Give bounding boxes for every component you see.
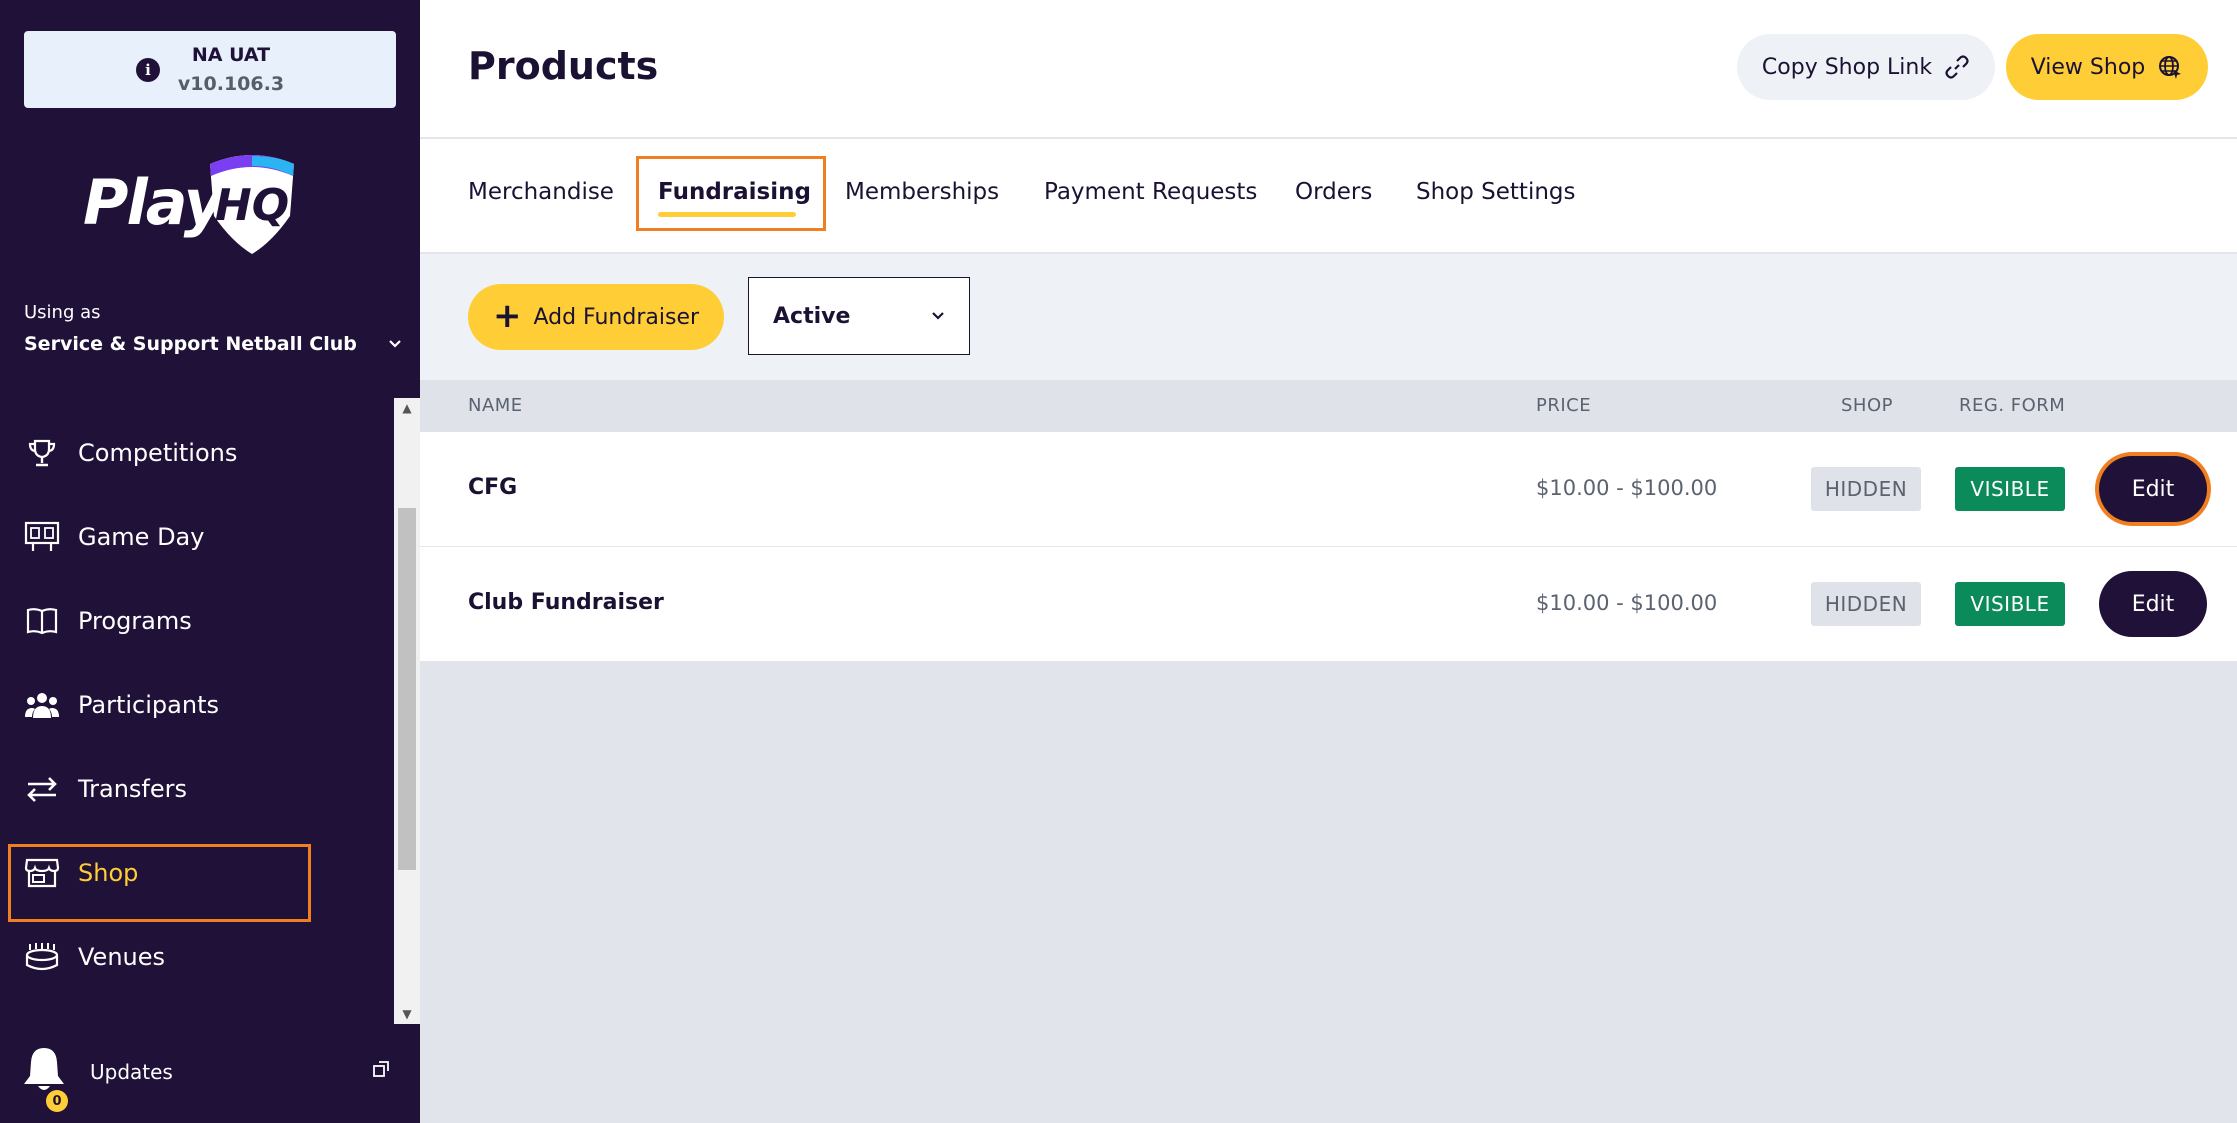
scoreboard-icon [24, 519, 60, 555]
environment-version: v10.106.3 [177, 72, 285, 95]
product-tabs: Merchandise Fundraising Memberships Paym… [420, 139, 2237, 253]
stadium-icon [24, 939, 60, 975]
tab-merchandise[interactable]: Merchandise [468, 179, 614, 205]
shop-status-badge: HIDDEN [1811, 582, 1921, 626]
using-as-label: Using as [24, 302, 101, 323]
product-price: $10.00 - $100.00 [1536, 476, 1718, 500]
product-name: CFG [468, 475, 518, 500]
info-icon: i [135, 57, 160, 82]
sidebar-scrollbar[interactable]: ▲ ▼ [394, 398, 420, 1024]
edit-button[interactable]: Edit [2099, 571, 2207, 637]
shield-icon: HQ [210, 155, 294, 254]
page-header: Products Copy Shop Link View Shop [420, 0, 2237, 138]
scroll-up-arrow-icon[interactable]: ▲ [394, 398, 420, 418]
sidebar-item-label: Shop [78, 859, 139, 887]
people-icon [24, 687, 60, 723]
sidebar-item-label: Competitions [78, 439, 238, 467]
reg-form-status-badge: VISIBLE [1955, 582, 2065, 626]
sidebar-item-transfers[interactable]: Transfers [0, 754, 394, 824]
tab-fundraising[interactable]: Fundraising [658, 179, 811, 205]
svg-text:HQ: HQ [215, 180, 289, 231]
page-title: Products [468, 44, 659, 88]
link-icon [1945, 55, 1969, 79]
tab-shop-settings[interactable]: Shop Settings [1416, 179, 1576, 205]
sidebar-item-venues[interactable]: Venues [0, 922, 394, 992]
view-shop-button[interactable]: View Shop [2006, 34, 2208, 100]
sidebar-item-label: Game Day [78, 523, 205, 551]
store-icon [24, 855, 60, 891]
environment-name: NA UAT [191, 43, 271, 66]
scrollbar-thumb[interactable] [398, 508, 416, 870]
sidebar-item-programs[interactable]: Programs [0, 586, 394, 656]
status-filter-select[interactable]: Active [748, 277, 970, 355]
tab-orders[interactable]: Orders [1295, 179, 1372, 205]
sidebar-item-label: Venues [78, 943, 166, 971]
updates-link[interactable]: 0 Updates [0, 1034, 420, 1112]
sidebar-nav: Competitions Game Day Programs Participa… [0, 398, 394, 1024]
product-price: $10.00 - $100.00 [1536, 591, 1718, 615]
globe-icon [2159, 56, 2182, 79]
sidebar-item-label: Programs [78, 607, 192, 635]
view-shop-label: View Shop [2030, 54, 2146, 80]
product-name: Club Fundraiser [468, 590, 664, 615]
sidebar-item-participants[interactable]: Participants [0, 670, 394, 740]
sidebar-item-label: Transfers [78, 775, 188, 803]
table-row[interactable]: CFG $10.00 - $100.00 HIDDEN VISIBLE Edit [420, 432, 2237, 547]
column-header-price[interactable]: PRICE [1536, 395, 1591, 416]
playhq-logo[interactable]: Play HQ [80, 148, 310, 258]
copy-shop-link-label: Copy Shop Link [1761, 54, 1933, 80]
tab-payment-requests[interactable]: Payment Requests [1044, 179, 1257, 205]
tab-memberships[interactable]: Memberships [845, 179, 999, 205]
plus-icon: + [492, 295, 522, 336]
external-link-icon [373, 1061, 389, 1077]
copy-shop-link-button[interactable]: Copy Shop Link [1737, 34, 1995, 100]
add-fundraiser-button[interactable]: + Add Fundraiser [468, 284, 724, 350]
column-header-name[interactable]: NAME [468, 395, 523, 416]
organisation-selector[interactable]: Service & Support Netball Club [24, 333, 402, 355]
table-row[interactable]: Club Fundraiser $10.00 - $100.00 HIDDEN … [420, 547, 2237, 662]
add-fundraiser-label: Add Fundraiser [533, 304, 700, 330]
chevron-down-icon [932, 312, 944, 320]
table-header: NAME PRICE SHOP REG. FORM [420, 380, 2237, 432]
sidebar-item-label: Participants [78, 691, 219, 719]
trophy-icon [24, 435, 60, 471]
active-tab-indicator [658, 212, 796, 217]
book-icon [24, 603, 60, 639]
sidebar-item-competitions[interactable]: Competitions [0, 418, 394, 488]
environment-badge: i NA UAT v10.106.3 [24, 31, 396, 108]
chevron-down-icon [389, 340, 401, 348]
scroll-down-arrow-icon[interactable]: ▼ [394, 1004, 420, 1024]
bell-icon [24, 1048, 64, 1090]
updates-label: Updates [90, 1060, 173, 1084]
shop-status-badge: HIDDEN [1811, 467, 1921, 511]
organisation-name: Service & Support Netball Club [24, 333, 357, 355]
column-header-shop[interactable]: SHOP [1841, 395, 1893, 416]
sidebar-item-shop[interactable]: Shop [0, 838, 394, 908]
updates-count-badge: 0 [46, 1090, 68, 1112]
reg-form-status-badge: VISIBLE [1955, 467, 2065, 511]
transfer-arrows-icon [24, 771, 60, 807]
main-content: Products Copy Shop Link View Shop Mercha… [420, 0, 2237, 1123]
status-filter-value: Active [773, 303, 851, 329]
list-toolbar: + Add Fundraiser Active [420, 254, 2237, 380]
column-header-reg-form[interactable]: REG. FORM [1959, 395, 2065, 416]
sidebar-item-game-day[interactable]: Game Day [0, 502, 394, 572]
edit-button[interactable]: Edit [2099, 456, 2207, 522]
sidebar: i NA UAT v10.106.3 Play HQ Using as Serv… [0, 0, 420, 1123]
